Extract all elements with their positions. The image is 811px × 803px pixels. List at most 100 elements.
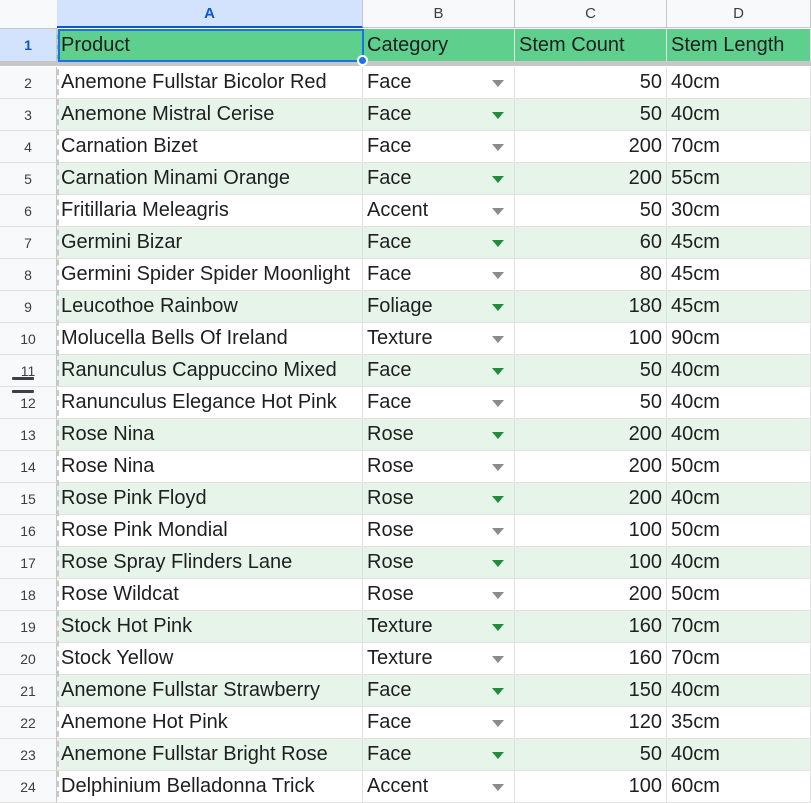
cell-stem-length[interactable]: 40cm — [667, 67, 811, 99]
cell-product[interactable]: Ranunculus Cappuccino Mixed — [57, 355, 363, 387]
dropdown-arrow-icon[interactable] — [492, 463, 504, 471]
row-header[interactable]: 1 — [0, 29, 57, 62]
cell-category[interactable]: Face — [363, 131, 515, 163]
cell-stem-length[interactable]: 40cm — [667, 387, 811, 419]
dropdown-arrow-icon[interactable] — [492, 559, 504, 567]
row-header[interactable]: 13 — [0, 419, 57, 451]
cell-stem-length[interactable]: 90cm — [667, 323, 811, 355]
row-header[interactable]: 5 — [0, 163, 57, 195]
column-header-c[interactable]: C — [515, 0, 667, 28]
dropdown-arrow-icon[interactable] — [492, 239, 504, 247]
column-header-b[interactable]: B — [363, 0, 515, 28]
cell-stem-length[interactable]: 40cm — [667, 355, 811, 387]
spreadsheet-grid[interactable]: A B C D 1 Product Category Stem Count St… — [0, 0, 811, 803]
cell-stem-length[interactable]: 70cm — [667, 611, 811, 643]
cell-stem-count[interactable]: 200 — [515, 163, 667, 195]
cell-category[interactable]: Rose — [363, 547, 515, 579]
cell-category[interactable]: Rose — [363, 419, 515, 451]
cell-stem-count[interactable]: 200 — [515, 131, 667, 163]
frozen-column-divider[interactable] — [57, 29, 59, 797]
cell-product[interactable]: Molucella Bells Of Ireland — [57, 323, 363, 355]
dropdown-arrow-icon[interactable] — [492, 591, 504, 599]
cell-stem-length[interactable]: 70cm — [667, 643, 811, 675]
row-header[interactable]: 10 — [0, 323, 57, 355]
cell-category[interactable]: Rose — [363, 579, 515, 611]
cell-stem-count[interactable]: 100 — [515, 547, 667, 579]
dropdown-arrow-icon[interactable] — [492, 783, 504, 791]
cell-category[interactable]: Face — [363, 99, 515, 131]
cell-category[interactable]: Face — [363, 163, 515, 195]
cell-category[interactable]: Rose — [363, 483, 515, 515]
dropdown-arrow-icon[interactable] — [492, 79, 504, 87]
cell-product[interactable]: Stock Yellow — [57, 643, 363, 675]
dropdown-arrow-icon[interactable] — [492, 527, 504, 535]
cell-category[interactable]: Face — [363, 387, 515, 419]
cell-stem-count[interactable]: 60 — [515, 227, 667, 259]
cell-stem-count[interactable]: 120 — [515, 707, 667, 739]
cell-product[interactable]: Rose Nina — [57, 419, 363, 451]
cell-category[interactable]: Accent — [363, 195, 515, 227]
dropdown-arrow-icon[interactable] — [492, 751, 504, 759]
cell-stem-count[interactable]: 100 — [515, 771, 667, 803]
dropdown-arrow-icon[interactable] — [492, 623, 504, 631]
cell-stem-count[interactable]: 50 — [515, 355, 667, 387]
row-header[interactable]: 3 — [0, 99, 57, 131]
row-header[interactable]: 24 — [0, 771, 57, 803]
dropdown-arrow-icon[interactable] — [492, 271, 504, 279]
cell-stem-count[interactable]: 200 — [515, 451, 667, 483]
frozen-row-divider[interactable] — [0, 61, 811, 66]
cell-product[interactable]: Anemone Fullstar Strawberry — [57, 675, 363, 707]
cell-product[interactable]: Anemone Mistral Cerise — [57, 99, 363, 131]
cell-stem-length[interactable]: 45cm — [667, 227, 811, 259]
column-header-d[interactable]: D — [667, 0, 811, 28]
dropdown-arrow-icon[interactable] — [492, 655, 504, 663]
cell-product[interactable]: Leucothoe Rainbow — [57, 291, 363, 323]
cell-stem-length[interactable]: 40cm — [667, 99, 811, 131]
cell-category[interactable]: Face — [363, 259, 515, 291]
cell-stem-length[interactable]: 40cm — [667, 483, 811, 515]
cell-category[interactable]: Texture — [363, 611, 515, 643]
cell-product[interactable]: Delphinium Belladonna Trick — [57, 771, 363, 803]
cell-stem-length[interactable]: 35cm — [667, 707, 811, 739]
row-header[interactable]: 6 — [0, 195, 57, 227]
cell-stem-count[interactable]: 50 — [515, 739, 667, 771]
cell-stem-count[interactable]: 160 — [515, 643, 667, 675]
row-header[interactable]: 19 — [0, 611, 57, 643]
cell-stem-count[interactable]: 80 — [515, 259, 667, 291]
cell-stem-count[interactable]: 50 — [515, 195, 667, 227]
row-header[interactable]: 16 — [0, 515, 57, 547]
row-header[interactable]: 23 — [0, 739, 57, 771]
cell-category[interactable]: Face — [363, 675, 515, 707]
row-header[interactable]: 20 — [0, 643, 57, 675]
row-header[interactable]: 9 — [0, 291, 57, 323]
row-header[interactable]: 7 — [0, 227, 57, 259]
cell-stem-count[interactable]: 200 — [515, 579, 667, 611]
cell-stem-count[interactable]: 180 — [515, 291, 667, 323]
cell-stem-length[interactable]: 60cm — [667, 771, 811, 803]
cell-stem-count[interactable]: 100 — [515, 515, 667, 547]
cell-category[interactable]: Face — [363, 355, 515, 387]
row-header[interactable]: 2 — [0, 67, 57, 99]
fill-handle[interactable] — [357, 55, 368, 66]
column-header-a[interactable]: A — [57, 0, 363, 28]
row-resize-icon[interactable] — [12, 377, 34, 393]
cell-stem-count[interactable]: 50 — [515, 67, 667, 99]
cell-product[interactable]: Rose Nina — [57, 451, 363, 483]
cell-product[interactable]: Ranunculus Elegance Hot Pink — [57, 387, 363, 419]
cell-stem-length[interactable]: 50cm — [667, 451, 811, 483]
row-header[interactable]: 8 — [0, 259, 57, 291]
cell-category[interactable]: Face — [363, 67, 515, 99]
cell-product[interactable]: Rose Pink Floyd — [57, 483, 363, 515]
dropdown-arrow-icon[interactable] — [492, 367, 504, 375]
select-all-corner[interactable] — [0, 0, 58, 29]
cell-stem-length[interactable]: 70cm — [667, 131, 811, 163]
header-cell-stem-length[interactable]: Stem Length — [667, 29, 811, 62]
cell-stem-length[interactable]: 50cm — [667, 579, 811, 611]
cell-stem-length[interactable]: 45cm — [667, 259, 811, 291]
cell-stem-length[interactable]: 45cm — [667, 291, 811, 323]
cell-stem-length[interactable]: 40cm — [667, 739, 811, 771]
cell-stem-length[interactable]: 55cm — [667, 163, 811, 195]
cell-stem-length[interactable]: 40cm — [667, 419, 811, 451]
cell-product[interactable]: Germini Bizar — [57, 227, 363, 259]
cell-category[interactable]: Face — [363, 739, 515, 771]
